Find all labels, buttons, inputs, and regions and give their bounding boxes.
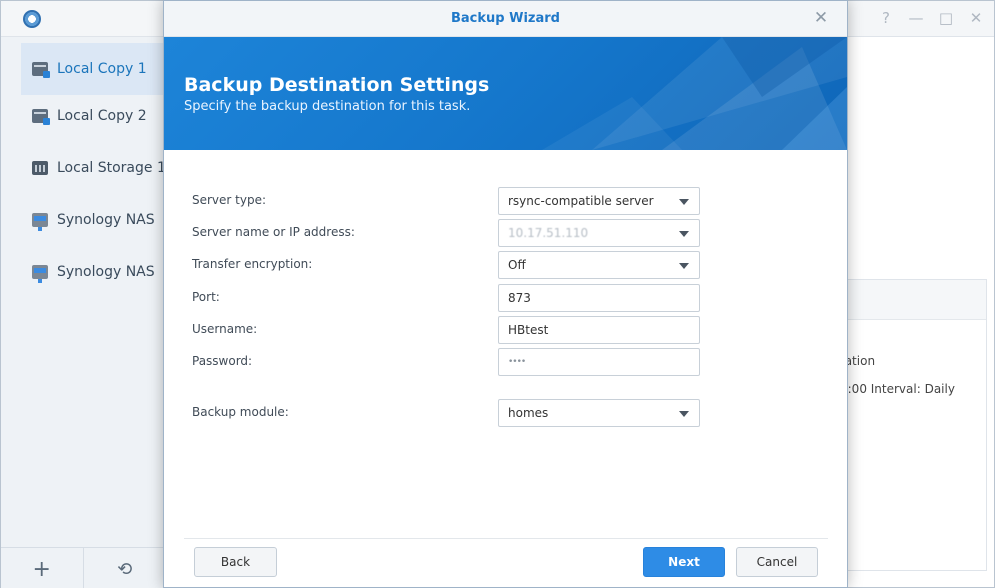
sidebar-item-label: Synology NAS bbox=[57, 264, 155, 280]
backup-module-label: Backup module: bbox=[192, 405, 289, 419]
backup-module-value: homes bbox=[508, 406, 549, 420]
backup-module-row: Backup module: homes bbox=[192, 399, 812, 427]
transfer-encryption-select[interactable]: Off bbox=[498, 251, 700, 279]
dialog-title: Backup Wizard bbox=[451, 11, 560, 26]
close-icon[interactable]: ✕ bbox=[811, 8, 831, 28]
banner-title: Backup Destination Settings bbox=[184, 74, 490, 96]
cancel-button[interactable]: Cancel bbox=[736, 547, 818, 577]
sidebar-item-label: Local Copy 2 bbox=[57, 108, 147, 124]
sidebar-item-label: Synology NAS bbox=[57, 212, 155, 228]
server-type-value: rsync-compatible server bbox=[508, 194, 654, 208]
server-name-value: 10.17.51.110 bbox=[508, 226, 589, 240]
server-name-label: Server name or IP address: bbox=[192, 225, 355, 239]
history-icon: ⟲ bbox=[117, 558, 133, 580]
chevron-down-icon bbox=[679, 231, 689, 237]
task-detail-schedule: 3:00 Interval: Daily bbox=[840, 382, 955, 396]
maximize-icon[interactable]: □ bbox=[938, 9, 954, 27]
username-label: Username: bbox=[192, 322, 258, 336]
server-type-label: Server type: bbox=[192, 193, 267, 207]
transfer-encryption-row: Transfer encryption: Off bbox=[192, 251, 812, 279]
password-value: •••• bbox=[508, 357, 526, 367]
server-type-row: Server type: rsync-compatible server bbox=[192, 187, 812, 215]
username-row: Username: HBtest bbox=[192, 316, 812, 344]
sidebar-item-label: Local Copy 1 bbox=[57, 61, 147, 77]
sidebar-item-local-copy-2[interactable]: Local Copy 2 bbox=[21, 90, 166, 142]
port-row: Port: 873 bbox=[192, 284, 812, 312]
nas-icon bbox=[32, 213, 48, 231]
password-input[interactable]: •••• bbox=[498, 348, 700, 376]
port-value: 873 bbox=[508, 291, 531, 305]
sidebar-item-synology-nas-1[interactable]: Synology NAS bbox=[21, 194, 166, 246]
port-label: Port: bbox=[192, 290, 220, 304]
server-name-row: Server name or IP address: 10.17.51.110 bbox=[192, 219, 812, 247]
transfer-encryption-value: Off bbox=[508, 258, 526, 272]
task-detail-panel: tation 3:00 Interval: Daily bbox=[839, 279, 987, 571]
server-type-select[interactable]: rsync-compatible server bbox=[498, 187, 700, 215]
back-button[interactable]: Back bbox=[194, 547, 277, 577]
minimize-icon[interactable]: — bbox=[908, 9, 924, 27]
help-icon[interactable]: ? bbox=[878, 9, 894, 27]
chevron-down-icon bbox=[679, 199, 689, 205]
task-sidebar: Local Copy 1 Local Copy 2 Local Storage … bbox=[1, 37, 166, 588]
local-copy-icon bbox=[32, 62, 50, 78]
sidebar-item-local-copy-1[interactable]: Local Copy 1 bbox=[21, 43, 166, 95]
sidebar-toolbar: + ⟲ bbox=[1, 547, 166, 588]
plus-icon: + bbox=[32, 556, 51, 582]
footer-divider bbox=[184, 538, 828, 539]
password-label: Password: bbox=[192, 354, 253, 368]
restore-button[interactable]: ⟲ bbox=[84, 548, 166, 588]
username-value: HBtest bbox=[508, 323, 549, 337]
chevron-down-icon bbox=[679, 263, 689, 269]
server-name-combobox[interactable]: 10.17.51.110 bbox=[498, 219, 700, 247]
banner-subtitle: Specify the backup destination for this … bbox=[184, 99, 471, 114]
dialog-titlebar: Backup Wizard ✕ bbox=[164, 1, 847, 37]
port-input[interactable]: 873 bbox=[498, 284, 700, 312]
task-detail-header bbox=[840, 280, 986, 320]
sidebar-item-synology-nas-2[interactable]: Synology NAS bbox=[21, 246, 166, 298]
hyper-backup-app-icon bbox=[23, 10, 41, 28]
backup-module-select[interactable]: homes bbox=[498, 399, 700, 427]
wizard-banner: Backup Destination Settings Specify the … bbox=[164, 37, 847, 150]
sidebar-item-local-storage-1[interactable]: Local Storage 1 bbox=[21, 142, 166, 194]
next-button[interactable]: Next bbox=[643, 547, 725, 577]
add-task-button[interactable]: + bbox=[1, 548, 84, 588]
sidebar-item-label: Local Storage 1 bbox=[57, 160, 166, 176]
close-window-icon[interactable]: ✕ bbox=[968, 9, 984, 27]
nas-icon bbox=[32, 265, 48, 283]
chevron-down-icon bbox=[679, 411, 689, 417]
window-controls: ? — □ ✕ bbox=[878, 9, 984, 27]
local-copy-icon bbox=[32, 109, 50, 125]
backup-wizard-dialog: Backup Wizard ✕ Backup Destination Setti… bbox=[163, 0, 848, 588]
username-input[interactable]: HBtest bbox=[498, 316, 700, 344]
password-row: Password: •••• bbox=[192, 348, 812, 376]
transfer-encryption-label: Transfer encryption: bbox=[192, 257, 313, 271]
local-storage-icon bbox=[32, 161, 48, 175]
